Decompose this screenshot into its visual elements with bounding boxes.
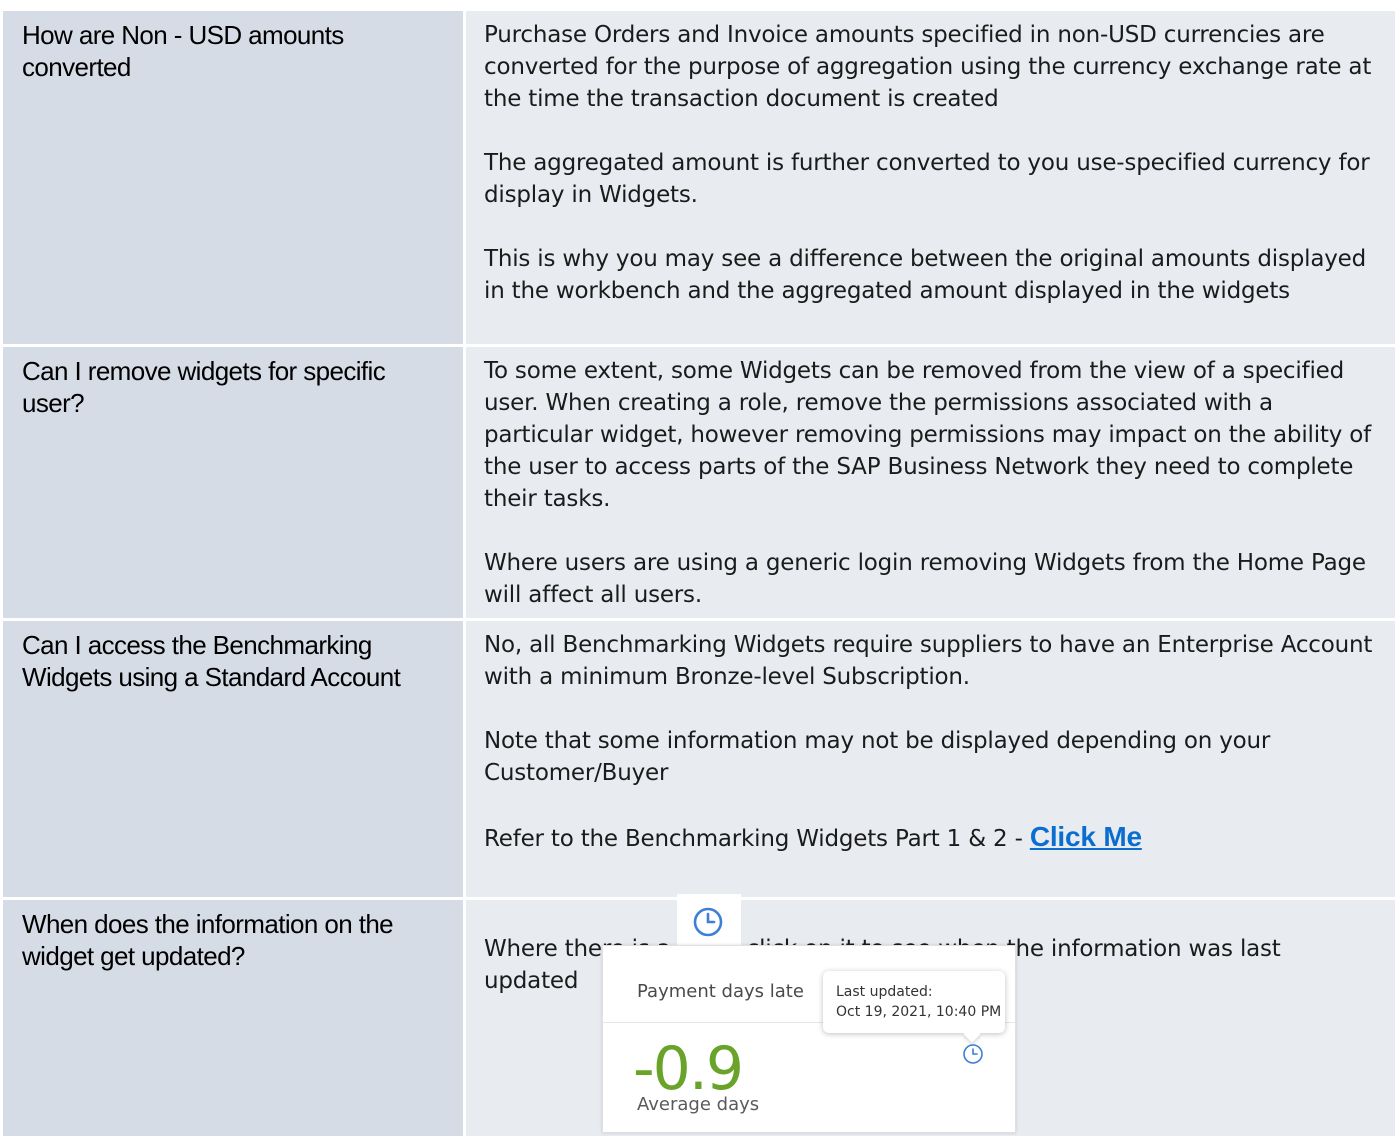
- answer-paragraph: To some extent, some Widgets can be remo…: [484, 358, 1371, 512]
- widget-subtitle: Average days: [637, 1094, 760, 1115]
- clock-icon: [676, 894, 741, 950]
- answer-cell: Purchase Orders and Invoice amounts spec…: [463, 8, 1398, 347]
- last-updated-tooltip: Last updated: Oct 19, 2021, 10:40 PM: [823, 971, 1005, 1033]
- refer-text: Refer to the Benchmarking Widgets Part 1…: [484, 826, 1030, 852]
- answer-paragraph: The aggregated amount is further convert…: [484, 150, 1370, 208]
- faq-row: Can I remove widgets for specific user? …: [0, 344, 1398, 621]
- answer-cell: To some extent, some Widgets can be remo…: [463, 344, 1398, 621]
- answer-paragraph: Where users are using a generic login re…: [484, 550, 1366, 608]
- tooltip-value: Oct 19, 2021, 10:40 PM: [836, 1004, 1002, 1020]
- refer-paragraph: Refer to the Benchmarking Widgets Part 1…: [484, 821, 1377, 855]
- tooltip-label: Last updated:: [836, 984, 933, 1000]
- question-text: When does the information on the widget …: [22, 909, 394, 971]
- widget-title: Payment days late: [637, 981, 804, 1002]
- top-separator: [0, 0, 1398, 8]
- answer-paragraph: Purchase Orders and Invoice amounts spec…: [484, 22, 1372, 112]
- answer-cell: No, all Benchmarking Widgets require sup…: [463, 618, 1398, 900]
- answer-paragraph: This is why you may see a difference bet…: [484, 246, 1366, 304]
- answer-paragraph: Note that some information may not be di…: [484, 728, 1271, 786]
- question-text: Can I remove widgets for specific user?: [22, 356, 386, 418]
- faq-row: How are Non - USD amounts converted Purc…: [0, 8, 1398, 347]
- widget-clock-icon[interactable]: [961, 1042, 985, 1071]
- question-cell: Can I remove widgets for specific user?: [0, 344, 466, 621]
- question-text: How are Non - USD amounts converted: [22, 20, 344, 82]
- faq-row: Can I access the Benchmarking Widgets us…: [0, 618, 1398, 900]
- question-text: Can I access the Benchmarking Widgets us…: [22, 630, 401, 692]
- answer-paragraph: No, all Benchmarking Widgets require sup…: [484, 632, 1373, 690]
- click-me-link[interactable]: Click Me: [1030, 821, 1142, 852]
- question-cell: When does the information on the widget …: [0, 897, 466, 1139]
- payment-days-late-widget: Payment days late -0.9 Average days Last…: [602, 945, 1016, 1133]
- question-cell: Can I access the Benchmarking Widgets us…: [0, 618, 466, 900]
- question-cell: How are Non - USD amounts converted: [0, 8, 466, 347]
